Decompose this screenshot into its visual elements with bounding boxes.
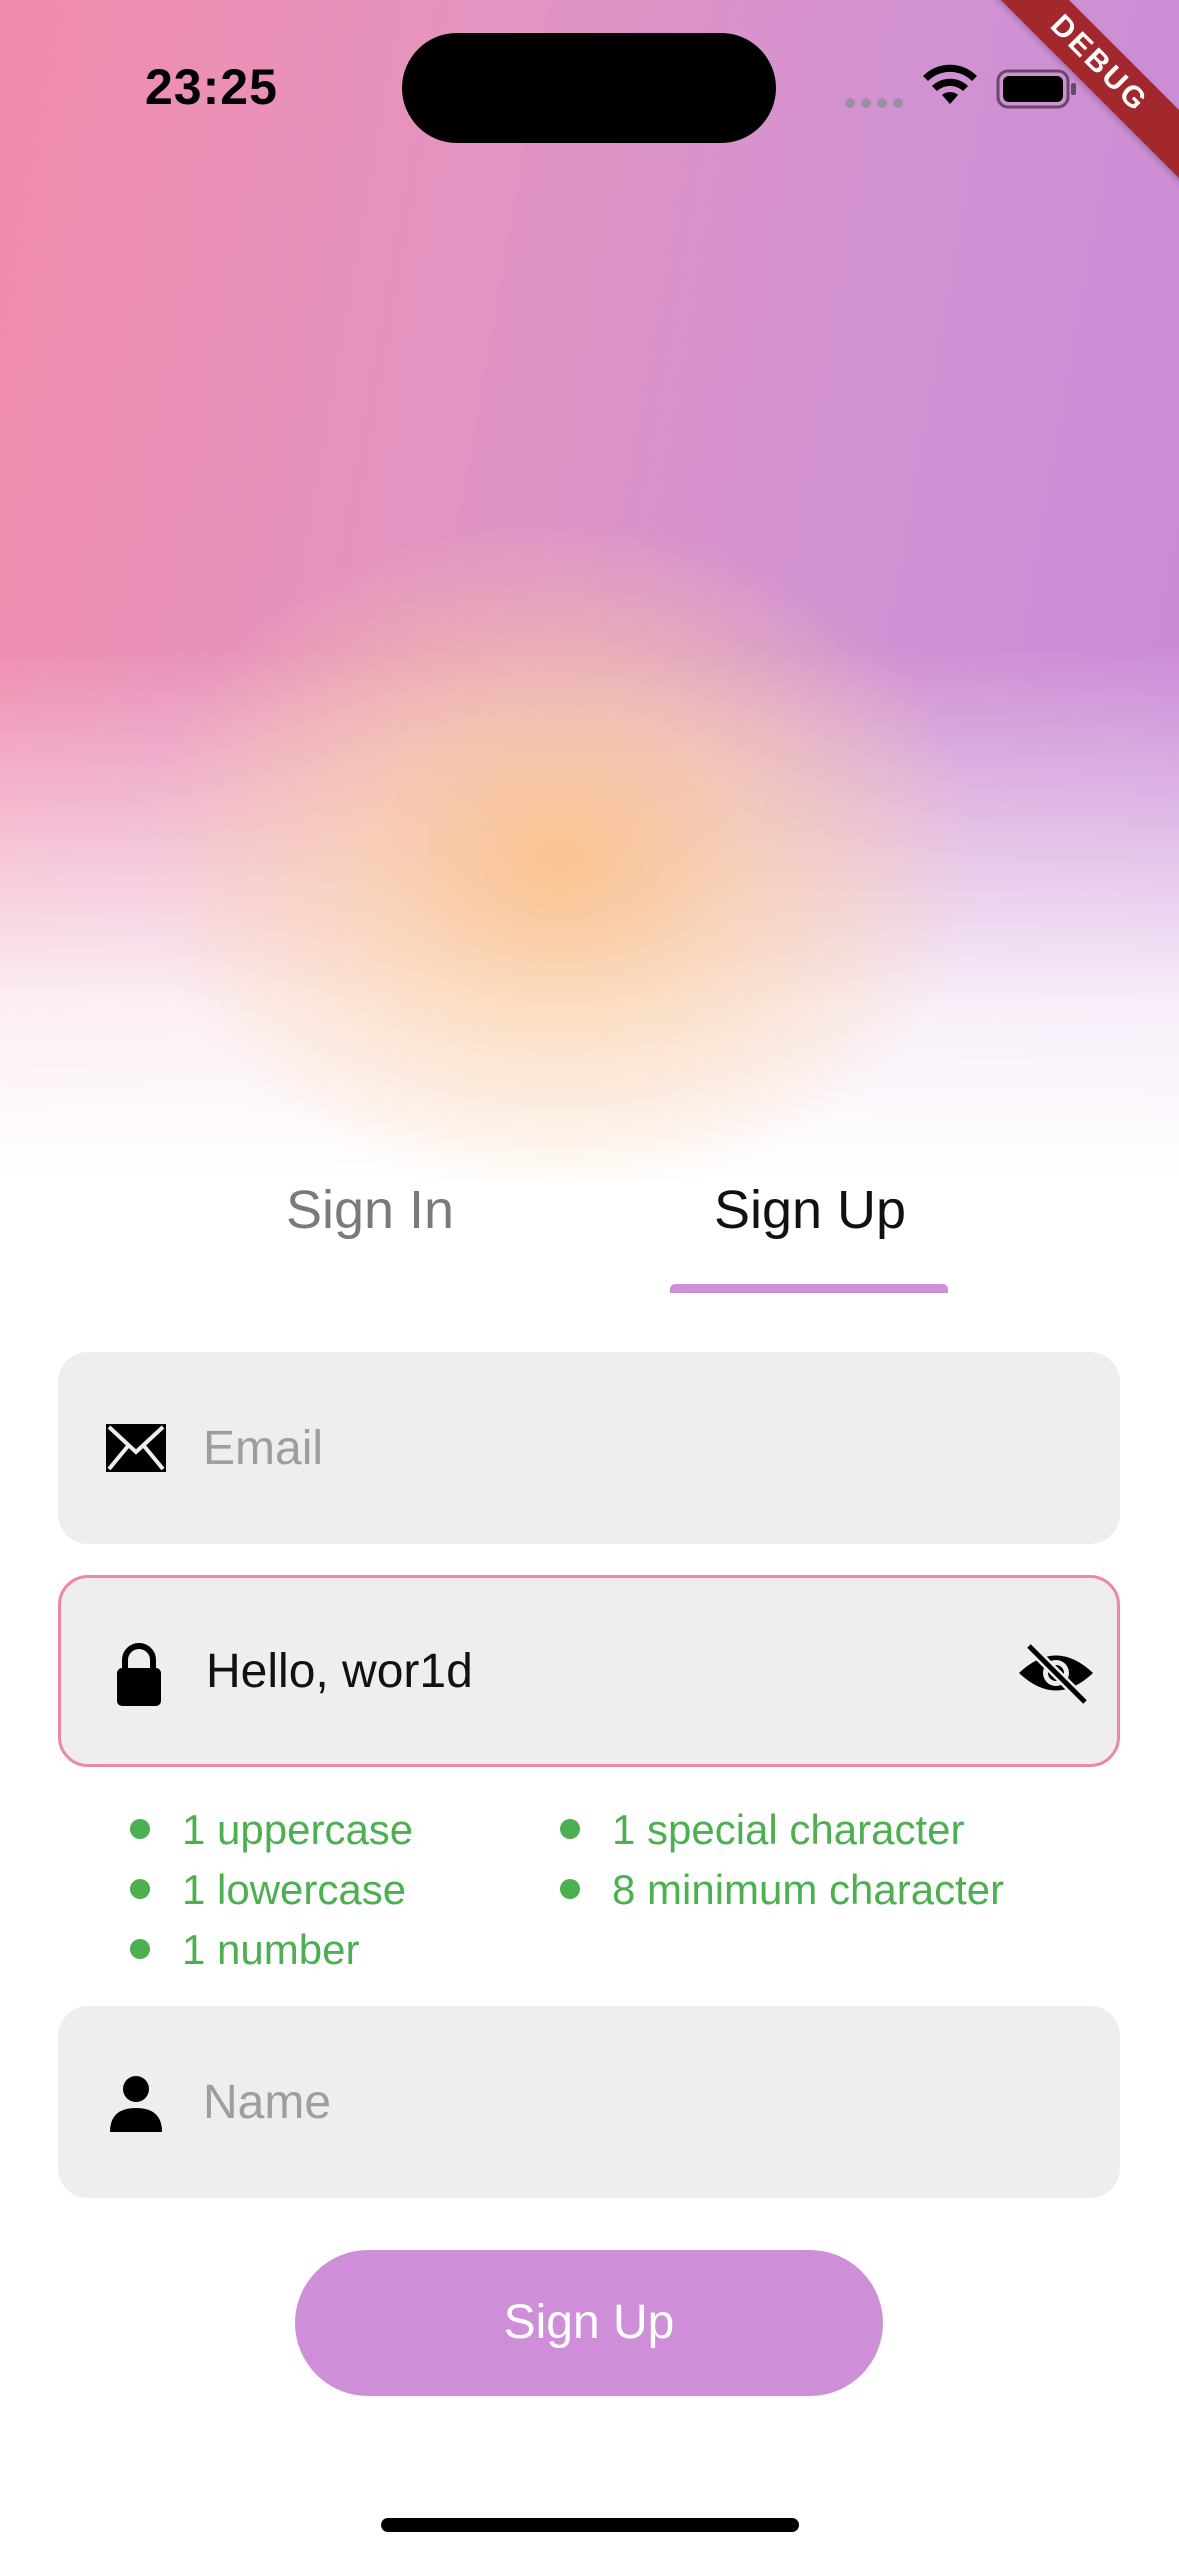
check-dot-icon [130, 1878, 150, 1899]
status-time: 23:25 [145, 59, 278, 115]
password-input[interactable] [206, 1621, 1006, 1721]
requirement-uppercase: 1 uppercase [130, 1800, 413, 1860]
auth-tabs: Sign In Sign Up [0, 1170, 1179, 1290]
check-dot-icon [560, 1818, 580, 1839]
requirement-special-character: 1 special character [560, 1800, 965, 1860]
battery-icon [996, 69, 1076, 109]
name-field[interactable] [58, 2006, 1120, 2198]
dynamic-island [402, 33, 776, 143]
check-dot-icon [130, 1938, 150, 1959]
check-dot-icon [130, 1818, 150, 1839]
requirement-number: 1 number [130, 1920, 359, 1980]
requirement-min-length: 8 minimum character [560, 1860, 1004, 1920]
eye-off-icon[interactable] [1011, 1628, 1101, 1718]
envelope-icon [106, 1424, 166, 1472]
person-icon [110, 2076, 162, 2132]
sign-up-button[interactable]: Sign Up [295, 2250, 883, 2396]
email-input[interactable] [203, 1398, 1003, 1498]
password-field[interactable] [58, 1575, 1120, 1767]
gradient-background [0, 0, 1179, 1180]
home-indicator [381, 2518, 799, 2532]
tab-indicator [670, 1284, 948, 1293]
name-input[interactable] [203, 2052, 1003, 2152]
email-field[interactable] [58, 1352, 1120, 1544]
tab-sign-up[interactable]: Sign Up [670, 1170, 950, 1250]
requirement-lowercase: 1 lowercase [130, 1860, 406, 1920]
lock-icon [117, 1643, 161, 1706]
check-dot-icon [560, 1878, 580, 1899]
cellular-signal-icon [845, 95, 909, 113]
wifi-icon [923, 64, 977, 104]
tab-sign-in[interactable]: Sign In [220, 1170, 520, 1250]
